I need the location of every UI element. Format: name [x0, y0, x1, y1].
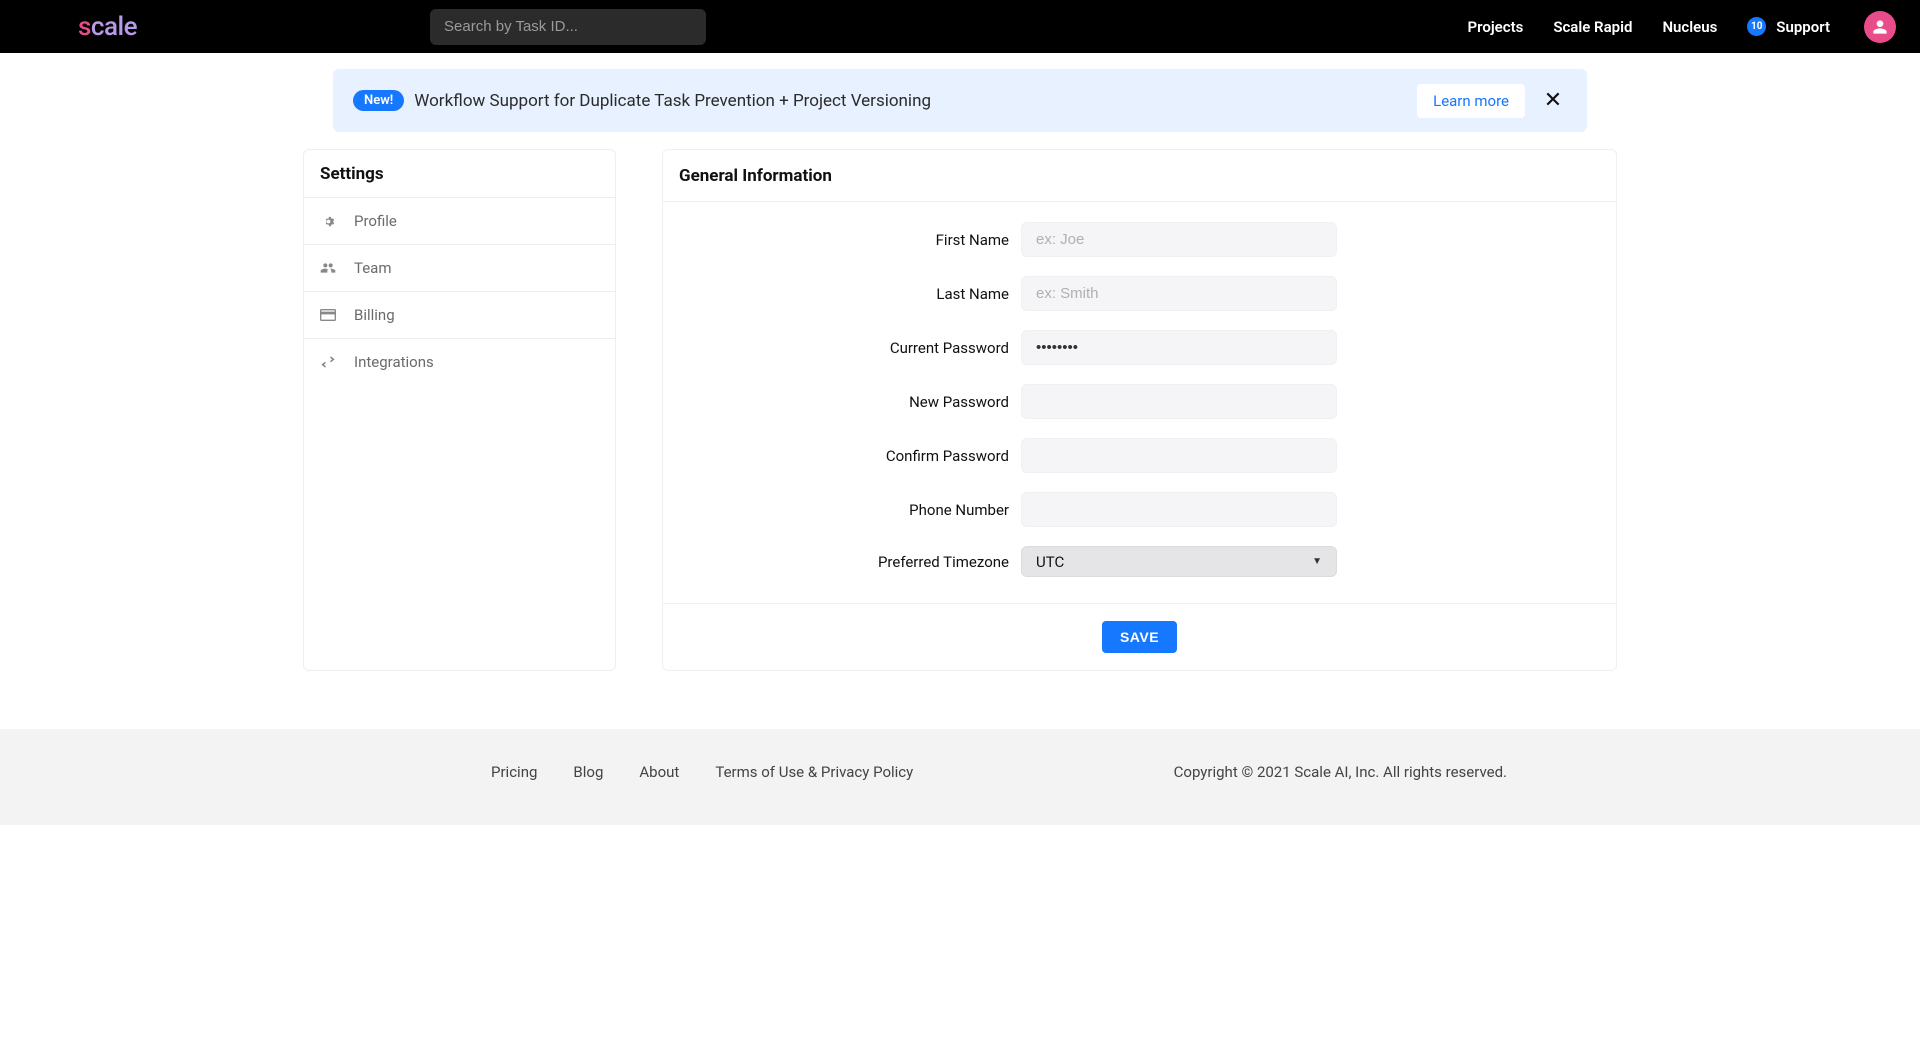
- sidebar-item-integrations[interactable]: Integrations: [304, 339, 615, 385]
- close-icon[interactable]: ✕: [1539, 88, 1567, 113]
- content-container: Settings Profile Team Billing Integratio…: [303, 149, 1617, 671]
- footer-links: Pricing Blog About Terms of Use & Privac…: [491, 763, 913, 781]
- first-name-label: First Name: [663, 231, 1021, 249]
- sidebar-item-label: Integrations: [354, 353, 434, 371]
- caret-down-icon: ▼: [1312, 556, 1322, 567]
- save-row: SAVE: [663, 603, 1616, 670]
- timezone-select[interactable]: UTC ▼: [1021, 546, 1337, 577]
- timezone-label: Preferred Timezone: [663, 553, 1021, 571]
- form-area: First Name Last Name Current Password Ne…: [663, 202, 1616, 603]
- phone-label: Phone Number: [663, 501, 1021, 519]
- nav-support[interactable]: 10 Support: [1747, 17, 1830, 36]
- logo-glyph-s: s: [78, 12, 91, 42]
- sidebar-item-billing[interactable]: Billing: [304, 292, 615, 339]
- header-bar: scale Projects Scale Rapid Nucleus 10 Su…: [0, 0, 1920, 53]
- footer-pricing[interactable]: Pricing: [491, 763, 537, 781]
- last-name-label: Last Name: [663, 285, 1021, 303]
- exchange-icon: [320, 355, 336, 369]
- confirm-password-label: Confirm Password: [663, 447, 1021, 465]
- sidebar-item-label: Billing: [354, 306, 395, 324]
- sidebar-item-label: Profile: [354, 212, 397, 230]
- settings-sidebar: Settings Profile Team Billing Integratio…: [303, 149, 616, 671]
- notice-banner: New! Workflow Support for Duplicate Task…: [333, 69, 1587, 132]
- phone-input[interactable]: [1021, 492, 1337, 527]
- banner-text: Workflow Support for Duplicate Task Prev…: [414, 91, 931, 111]
- sidebar-item-profile[interactable]: Profile: [304, 198, 615, 245]
- timezone-value: UTC: [1036, 553, 1064, 571]
- footer-terms[interactable]: Terms of Use & Privacy Policy: [715, 763, 913, 781]
- gear-icon: [320, 214, 336, 229]
- sidebar-item-label: Team: [354, 259, 392, 277]
- header-nav: Projects Scale Rapid Nucleus 10 Support: [1468, 11, 1896, 43]
- current-password-label: Current Password: [663, 339, 1021, 357]
- logo-glyph-cale: cale: [91, 12, 137, 42]
- logo[interactable]: scale: [78, 12, 137, 42]
- footer: Pricing Blog About Terms of Use & Privac…: [0, 729, 1920, 825]
- nav-projects[interactable]: Projects: [1468, 18, 1524, 36]
- search-box[interactable]: [430, 9, 706, 45]
- search-input[interactable]: [444, 18, 692, 35]
- general-info-card: General Information First Name Last Name…: [662, 149, 1617, 671]
- new-password-label: New Password: [663, 393, 1021, 411]
- credit-card-icon: [320, 309, 336, 321]
- card-title: General Information: [663, 150, 1616, 202]
- nav-nucleus[interactable]: Nucleus: [1662, 18, 1717, 36]
- confirm-password-input[interactable]: [1021, 438, 1337, 473]
- current-password-input[interactable]: [1021, 330, 1337, 365]
- copyright: Copyright © 2021 Scale AI, Inc. All righ…: [1174, 763, 1507, 781]
- learn-more-button[interactable]: Learn more: [1417, 84, 1525, 118]
- last-name-input[interactable]: [1021, 276, 1337, 311]
- first-name-input[interactable]: [1021, 222, 1337, 257]
- support-badge: 10: [1747, 17, 1766, 36]
- nav-scale-rapid[interactable]: Scale Rapid: [1553, 18, 1632, 36]
- sidebar-title: Settings: [304, 150, 615, 198]
- nav-support-label: Support: [1776, 18, 1830, 36]
- new-badge: New!: [353, 90, 404, 111]
- user-icon: [1872, 19, 1888, 35]
- footer-about[interactable]: About: [639, 763, 679, 781]
- save-button[interactable]: SAVE: [1102, 621, 1177, 653]
- footer-blog[interactable]: Blog: [573, 763, 603, 781]
- new-password-input[interactable]: [1021, 384, 1337, 419]
- sidebar-item-team[interactable]: Team: [304, 245, 615, 292]
- avatar[interactable]: [1864, 11, 1896, 43]
- users-icon: [320, 261, 336, 275]
